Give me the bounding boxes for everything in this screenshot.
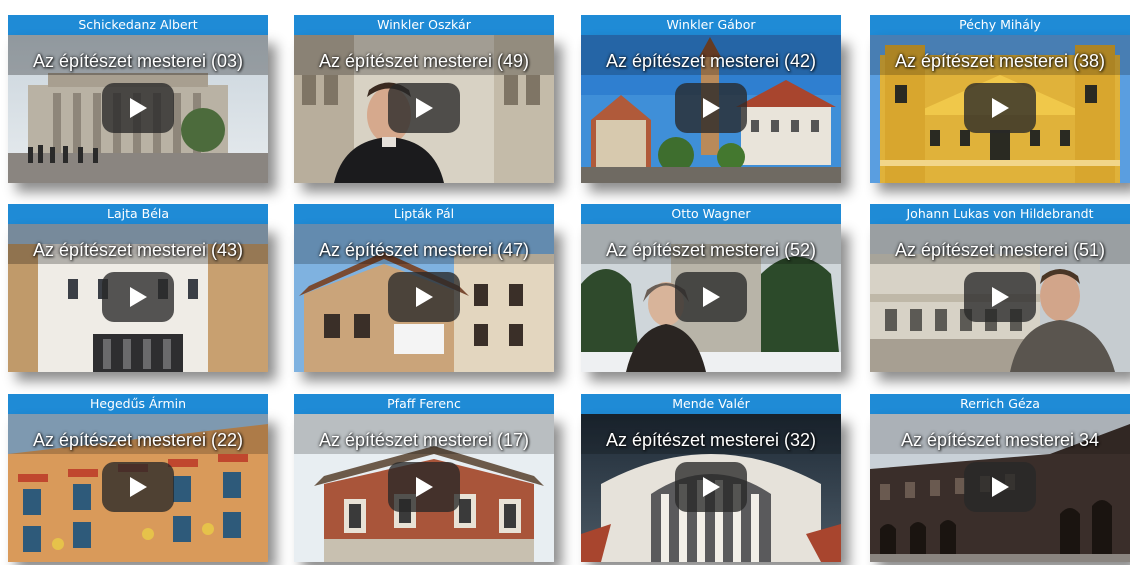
play-icon [992,287,1009,307]
video-card-architect[interactable]: Johann Lukas von Hildebrandt [870,204,1130,224]
video-thumbnail[interactable]: Az építészet mesterei (03) [8,35,268,183]
video-thumbnail[interactable]: Az építészet mesterei (43) [8,224,268,372]
video-title: Az építészet mesterei (03) [32,51,244,71]
play-icon [992,98,1009,118]
play-button[interactable] [964,272,1036,322]
video-title: Az építészet mesterei (51) [894,240,1106,260]
video-title: Az építészet mesterei (43) [32,240,244,260]
video-title: Az építészet mesterei (32) [605,430,817,450]
video-thumbnail[interactable]: Az építészet mesterei (51) [870,224,1130,372]
video-title: Az építészet mesterei (52) [605,240,817,260]
video-title: Az építészet mesterei (38) [894,51,1106,71]
video-card[interactable]: Lipták Pál Az építészet mesterei (47) [294,204,554,372]
video-thumbnail[interactable]: Az építészet mesterei (38) [870,35,1130,183]
play-button[interactable] [102,462,174,512]
video-card[interactable]: Winkler Oszkár Az építészet mesterei (49… [294,15,554,183]
video-card-architect[interactable]: Mende Valér [581,394,841,414]
video-card-architect[interactable]: Schickedanz Albert [8,15,268,35]
play-icon [416,477,433,497]
play-button[interactable] [675,83,747,133]
play-icon [703,287,720,307]
play-button[interactable] [964,83,1036,133]
play-button[interactable] [102,83,174,133]
video-thumbnail[interactable]: Az építészet mesterei 34 [870,414,1130,562]
video-title: Az építészet mesterei 34 [900,430,1100,450]
video-card-architect[interactable]: Winkler Oszkár [294,15,554,35]
video-card[interactable]: Otto Wagner Az építészet mesterei (52) [581,204,841,372]
video-card-architect[interactable]: Lajta Béla [8,204,268,224]
play-icon [703,98,720,118]
play-icon [416,98,433,118]
play-icon [130,477,147,497]
video-card[interactable]: Péchy Mihály Az építészet mesterei (38) [870,15,1130,183]
play-button[interactable] [388,83,460,133]
video-thumbnail[interactable]: Az építészet mesterei (47) [294,224,554,372]
video-thumbnail[interactable]: Az építészet mesterei (32) [581,414,841,562]
video-title: Az építészet mesterei (22) [32,430,244,450]
play-button[interactable] [675,272,747,322]
play-icon [992,477,1009,497]
video-title: Az építészet mesterei (49) [318,51,530,71]
video-card[interactable]: Winkler Gábor Az építészet mesterei (42) [581,15,841,183]
video-card-architect[interactable]: Lipták Pál [294,204,554,224]
play-icon [130,98,147,118]
video-title: Az építészet mesterei (42) [605,51,817,71]
play-icon [416,287,433,307]
video-thumbnail[interactable]: Az építészet mesterei (52) [581,224,841,372]
play-button[interactable] [102,272,174,322]
play-button[interactable] [388,272,460,322]
video-card[interactable]: Mende Valér Az építészet mesterei (32) [581,394,841,562]
video-thumbnail[interactable]: Az építészet mesterei (42) [581,35,841,183]
video-card[interactable]: Lajta Béla Az építészet mesterei (43) [8,204,268,372]
play-icon [703,477,720,497]
play-icon [130,287,147,307]
video-title: Az építészet mesterei (17) [318,430,530,450]
video-thumbnail[interactable]: Az építészet mesterei (49) [294,35,554,183]
video-card-architect[interactable]: Winkler Gábor [581,15,841,35]
video-card-architect[interactable]: Péchy Mihály [870,15,1130,35]
video-thumbnail[interactable]: Az építészet mesterei (22) [8,414,268,562]
play-button[interactable] [675,462,747,512]
video-card-architect[interactable]: Otto Wagner [581,204,841,224]
play-button[interactable] [388,462,460,512]
video-card[interactable]: Johann Lukas von Hildebrandt Az építésze… [870,204,1130,372]
play-button[interactable] [964,462,1036,512]
video-grid: Schickedanz Albert Az építészet mesterei… [0,0,1130,565]
video-card-architect[interactable]: Pfaff Ferenc [294,394,554,414]
video-title: Az építészet mesterei (47) [318,240,530,260]
video-card[interactable]: Hegedűs Ármin Az építészet mesterei (22) [8,394,268,562]
video-card[interactable]: Rerrich Géza Az építészet mesterei 34 [870,394,1130,562]
video-card[interactable]: Pfaff Ferenc Az építészet mesterei (17) [294,394,554,562]
video-card[interactable]: Schickedanz Albert Az építészet mesterei… [8,15,268,183]
video-card-architect[interactable]: Hegedűs Ármin [8,394,268,414]
video-thumbnail[interactable]: Az építészet mesterei (17) [294,414,554,562]
video-card-architect[interactable]: Rerrich Géza [870,394,1130,414]
